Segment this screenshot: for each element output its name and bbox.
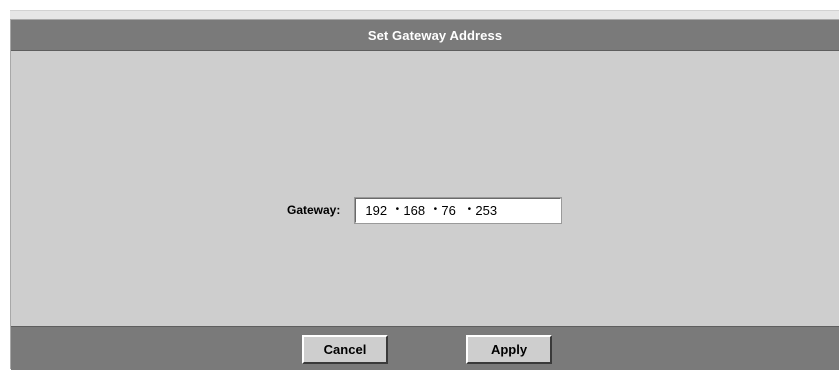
gateway-label: Gateway: xyxy=(287,203,341,217)
window-top-edge xyxy=(10,10,839,19)
gateway-octet-3[interactable]: 76 xyxy=(441,203,463,218)
gateway-octet-1[interactable]: 192 xyxy=(365,203,391,218)
dialog-title: Set Gateway Address xyxy=(367,27,503,43)
dialog-content: Gateway: 192 • 168 • 76 • 253 xyxy=(11,51,839,326)
gateway-octet-4[interactable]: 253 xyxy=(475,203,505,218)
set-gateway-dialog: Set Gateway Address Gateway: 192 • 168 •… xyxy=(10,19,839,370)
gateway-field-row: Gateway: 192 • 168 • 76 • 253 xyxy=(287,197,562,223)
cancel-button[interactable]: Cancel xyxy=(302,335,388,364)
gateway-ip-input[interactable]: 192 • 168 • 76 • 253 xyxy=(355,197,562,223)
octet-separator-dot: • xyxy=(395,203,400,215)
apply-button[interactable]: Apply xyxy=(466,335,552,364)
gateway-octet-2[interactable]: 168 xyxy=(403,203,429,218)
dialog-titlebar: Set Gateway Address xyxy=(11,20,839,51)
octet-separator-dot: • xyxy=(433,203,438,215)
octet-separator-dot: • xyxy=(467,203,472,215)
dialog-button-bar: Cancel Apply xyxy=(11,326,839,370)
